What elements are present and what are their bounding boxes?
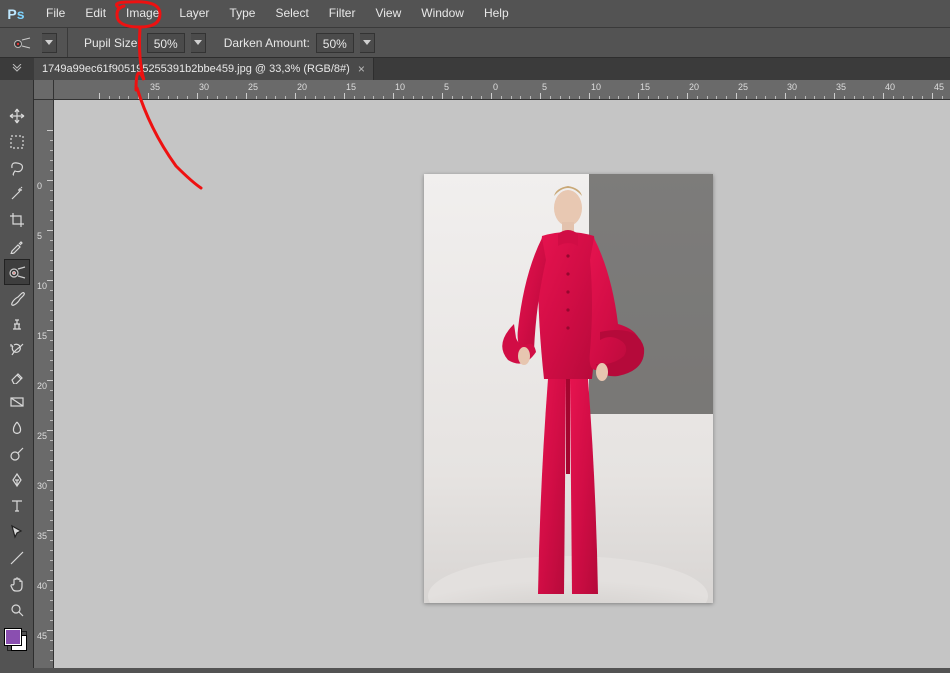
photoshop-logo-icon: Ps — [6, 4, 26, 24]
document-tab[interactable]: 1749a99ec61f905195255391b2bbe459.jpg @ 3… — [34, 58, 374, 80]
ruler-tick: 15 — [638, 80, 639, 99]
blur-tool[interactable] — [4, 415, 30, 441]
tool-preset-dropdown[interactable] — [42, 33, 57, 53]
ruler-tick: 45 — [34, 630, 53, 631]
ruler-tick: 25 — [246, 80, 247, 99]
menu-file[interactable]: File — [36, 0, 75, 27]
ruler-tick: 30 — [785, 80, 786, 99]
brush-tool[interactable] — [4, 285, 30, 311]
collapse-panel-icon[interactable] — [0, 58, 34, 80]
pupil-size-value[interactable]: 50% — [147, 33, 185, 53]
eyedropper-tool[interactable] — [4, 233, 30, 259]
ruler-vertical[interactable]: 0 5 10 15 20 25 30 35 40 45 — [34, 100, 54, 668]
type-tool[interactable] — [4, 493, 30, 519]
ruler-tick: 5 — [540, 80, 541, 99]
toolbox — [0, 80, 34, 668]
clone-stamp-tool[interactable] — [4, 311, 30, 337]
ruler-tick: 10 — [589, 80, 590, 99]
ruler-tick: 35 — [148, 80, 149, 99]
current-tool-icon[interactable] — [8, 32, 36, 54]
history-brush-tool[interactable] — [4, 337, 30, 363]
menu-edit[interactable]: Edit — [75, 0, 116, 27]
menu-image[interactable]: Image — [116, 0, 169, 27]
ruler-tick: 10 — [34, 280, 53, 281]
ruler-tick: 20 — [34, 380, 53, 381]
menu-select[interactable]: Select — [265, 0, 318, 27]
zoom-tool[interactable] — [4, 597, 30, 623]
menu-filter[interactable]: Filter — [319, 0, 366, 27]
ruler-tick: 30 — [197, 80, 198, 99]
options-bar: Pupil Size: 50% Darken Amount: 50% — [0, 27, 950, 58]
ruler-tick: 10 — [393, 80, 394, 99]
move-tool[interactable] — [4, 103, 30, 129]
ruler-horizontal[interactable]: 353025201510505101520253035404550 — [54, 80, 950, 100]
menu-window[interactable]: Window — [411, 0, 474, 27]
red-eye-tool[interactable] — [4, 259, 30, 285]
ruler-tick: 20 — [295, 80, 296, 99]
menu-type[interactable]: Type — [219, 0, 265, 27]
ruler-tick: 5 — [34, 230, 53, 231]
ruler-tick — [34, 130, 53, 131]
ruler-tick: 40 — [883, 80, 884, 99]
ruler-tick: 15 — [344, 80, 345, 99]
crop-tool[interactable] — [4, 207, 30, 233]
path-selection-tool[interactable] — [4, 519, 30, 545]
eraser-tool[interactable] — [4, 363, 30, 389]
menu-layer[interactable]: Layer — [169, 0, 219, 27]
ruler-tick: 15 — [34, 330, 53, 331]
ruler-tick: 35 — [834, 80, 835, 99]
menu-view[interactable]: View — [365, 0, 411, 27]
ruler-tick: 20 — [687, 80, 688, 99]
darken-amount-value[interactable]: 50% — [316, 33, 354, 53]
menu-bar: Ps FileEditImageLayerTypeSelectFilterVie… — [0, 0, 950, 27]
ruler-tick: 30 — [34, 480, 53, 481]
workspace: 353025201510505101520253035404550 051015… — [34, 80, 950, 668]
darken-amount-dropdown[interactable] — [360, 33, 375, 53]
dodge-tool[interactable] — [4, 441, 30, 467]
pupil-size-label: Pupil Size: — [84, 36, 141, 50]
color-swatch[interactable] — [7, 631, 27, 651]
document-tab-title: 1749a99ec61f905195255391b2bbe459.jpg @ 3… — [42, 63, 350, 75]
pen-tool[interactable] — [4, 467, 30, 493]
canvas-area[interactable] — [54, 100, 950, 668]
ruler-tick: 40 — [34, 580, 53, 581]
close-tab-icon[interactable]: × — [358, 62, 365, 76]
ruler-tick — [99, 80, 100, 99]
ruler-tick: 5 — [442, 80, 443, 99]
line-tool[interactable] — [4, 545, 30, 571]
hand-tool[interactable] — [4, 571, 30, 597]
ruler-tick: 35 — [34, 530, 53, 531]
menu-help[interactable]: Help — [474, 0, 519, 27]
ruler-origin[interactable] — [34, 80, 54, 100]
magic-wand-tool[interactable] — [4, 181, 30, 207]
ruler-tick: 25 — [736, 80, 737, 99]
document-tab-strip: 1749a99ec61f905195255391b2bbe459.jpg @ 3… — [0, 58, 950, 80]
gradient-tool[interactable] — [4, 389, 30, 415]
ruler-tick: 25 — [34, 430, 53, 431]
ruler-tick: 0 — [491, 80, 492, 99]
marquee-tool[interactable] — [4, 129, 30, 155]
pupil-size-dropdown[interactable] — [191, 33, 206, 53]
lasso-tool[interactable] — [4, 155, 30, 181]
darken-amount-label: Darken Amount: — [224, 36, 310, 50]
ruler-tick: 0 — [34, 180, 53, 181]
document-image[interactable] — [424, 174, 713, 603]
ruler-tick: 45 — [932, 80, 933, 99]
